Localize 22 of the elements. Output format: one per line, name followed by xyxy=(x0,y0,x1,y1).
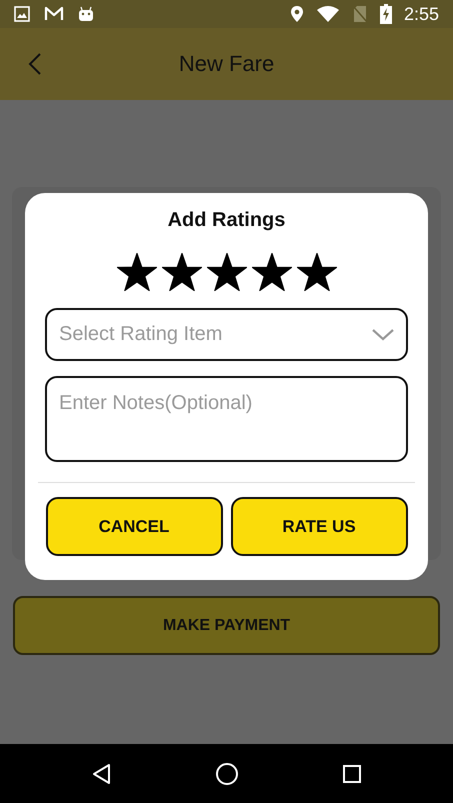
chevron-down-icon xyxy=(372,328,394,340)
rate-button[interactable]: RATE US xyxy=(230,497,408,556)
mail-icon xyxy=(44,6,64,22)
battery-charging-icon xyxy=(380,4,392,24)
screen-title: New Fare xyxy=(178,51,274,77)
image-icon xyxy=(14,6,30,22)
no-sim-icon xyxy=(352,5,368,23)
status-time: 2:55 xyxy=(404,4,439,24)
star-icon[interactable] xyxy=(252,253,292,291)
recent-apps-icon[interactable] xyxy=(342,764,362,784)
star-icon[interactable] xyxy=(116,253,156,291)
cancel-button[interactable]: CANCEL xyxy=(46,497,222,556)
back-icon xyxy=(28,52,42,76)
star-icon[interactable] xyxy=(296,253,336,291)
location-icon xyxy=(290,5,304,23)
android-icon xyxy=(78,6,94,22)
notes-field[interactable]: Enter Notes(Optional) xyxy=(45,376,408,462)
home-icon[interactable] xyxy=(215,762,240,786)
wifi-icon xyxy=(316,5,340,23)
star-icon[interactable] xyxy=(206,253,246,291)
dialog-title: Add Ratings xyxy=(168,209,286,232)
star-icon[interactable] xyxy=(162,253,202,291)
